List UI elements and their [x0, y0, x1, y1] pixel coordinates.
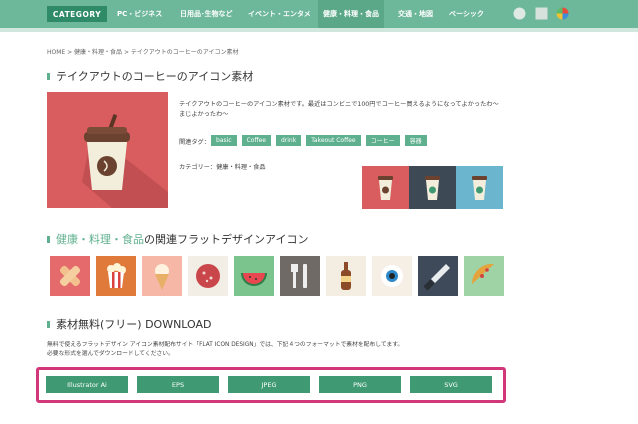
- tag-coffee[interactable]: Coffee: [241, 135, 271, 146]
- color-variation-thumbs: [362, 166, 503, 209]
- coffee-thumb-icon: [425, 176, 440, 200]
- description: テイクアウトのコーヒーのアイコン素材です。最近はコンビニで100円でコーヒー買え…: [179, 101, 499, 118]
- download-section-title: 素材無料(フリー) DOWNLOAD: [47, 316, 212, 332]
- page-title-text: テイクアウトのコーヒーのアイコン素材: [56, 70, 254, 83]
- knife-icon[interactable]: [418, 256, 458, 296]
- breadcrumb[interactable]: HOME > 健康・料理・食品 > テイクアウトのコーヒーのアイコン素材: [47, 47, 238, 56]
- nav-item-events[interactable]: イベント・エンタメ: [248, 0, 311, 28]
- thumb-navy[interactable]: [409, 166, 456, 209]
- tag-drink[interactable]: drink: [275, 135, 302, 146]
- category-button[interactable]: CATEGORY: [47, 6, 107, 22]
- title-marker: [47, 235, 50, 243]
- tag-basic[interactable]: basic: [211, 135, 237, 146]
- download-eps-button[interactable]: EPS: [137, 376, 219, 393]
- coffee-thumb-icon: [472, 176, 487, 200]
- nav-item-daily-goods[interactable]: 日用品･生物など: [180, 0, 233, 28]
- nav-item-health-food[interactable]: 健康・料理・食品: [318, 0, 384, 28]
- beer-bottle-icon[interactable]: [326, 256, 366, 296]
- tag-coffee-ja[interactable]: コーヒー: [365, 135, 400, 146]
- takeout-coffee-icon: [82, 114, 168, 208]
- fork-knife-icon[interactable]: [280, 256, 320, 296]
- download-svg-button[interactable]: SVG: [410, 376, 492, 393]
- salami-icon[interactable]: [188, 256, 228, 296]
- circle-icon[interactable]: [513, 7, 526, 20]
- related-title-text: の関連フラットデザインアイコン: [144, 233, 309, 246]
- download-png-button[interactable]: PNG: [319, 376, 401, 393]
- tags-label: 関連タグ：: [179, 139, 210, 146]
- download-buttons: Illustrator Ai EPS JPEG PNG SVG: [46, 376, 492, 393]
- watermelon-icon[interactable]: [234, 256, 274, 296]
- tag-list: basic Coffee drink Takeout Coffee コーヒー 容…: [211, 135, 427, 146]
- eyeball-icon[interactable]: [372, 256, 412, 296]
- popcorn-icon[interactable]: [96, 256, 136, 296]
- bandage-icon[interactable]: [50, 256, 90, 296]
- square-icon[interactable]: [535, 7, 548, 20]
- nav-item-pc-business[interactable]: PC・ビジネス: [117, 0, 162, 28]
- download-ai-button[interactable]: Illustrator Ai: [46, 376, 128, 393]
- related-category-link[interactable]: 健康・料理・食品: [56, 231, 144, 247]
- thumb-blue[interactable]: [456, 166, 503, 209]
- related-icon-list: [50, 256, 504, 296]
- category-line: カテゴリー：健康・料理・食品: [179, 164, 266, 171]
- title-marker: [47, 320, 50, 328]
- thumb-red[interactable]: [362, 166, 409, 209]
- download-description: 無料で使えるフラットデザイン アイコン素材配布サイト「FLAT ICON DES…: [47, 341, 403, 358]
- nav-item-transport[interactable]: 交通・地図: [398, 0, 433, 28]
- page-title: テイクアウトのコーヒーのアイコン素材: [47, 68, 253, 84]
- download-desc-line-1: 無料で使えるフラットデザイン アイコン素材配布サイト「FLAT ICON DES…: [47, 342, 404, 348]
- title-marker: [47, 72, 50, 80]
- color-wheel-icon[interactable]: [556, 7, 569, 20]
- hero-coffee-image: [47, 92, 168, 208]
- coffee-thumb-icon: [378, 176, 393, 200]
- ice-cream-icon[interactable]: [142, 256, 182, 296]
- related-section-title: 健康・料理・食品 の関連フラットデザインアイコン: [47, 231, 308, 247]
- nav-item-basic[interactable]: ベーシック: [449, 0, 484, 28]
- tag-takeout-coffee[interactable]: Takeout Coffee: [306, 135, 361, 146]
- download-jpeg-button[interactable]: JPEG: [228, 376, 310, 393]
- tag-container[interactable]: 容器: [404, 135, 427, 146]
- nav-divider: [0, 28, 638, 32]
- download-title-text: 素材無料(フリー) DOWNLOAD: [56, 318, 212, 331]
- download-desc-line-2: 必要な形式を選んでダウンロードしてください。: [47, 350, 174, 357]
- pizza-icon[interactable]: [464, 256, 504, 296]
